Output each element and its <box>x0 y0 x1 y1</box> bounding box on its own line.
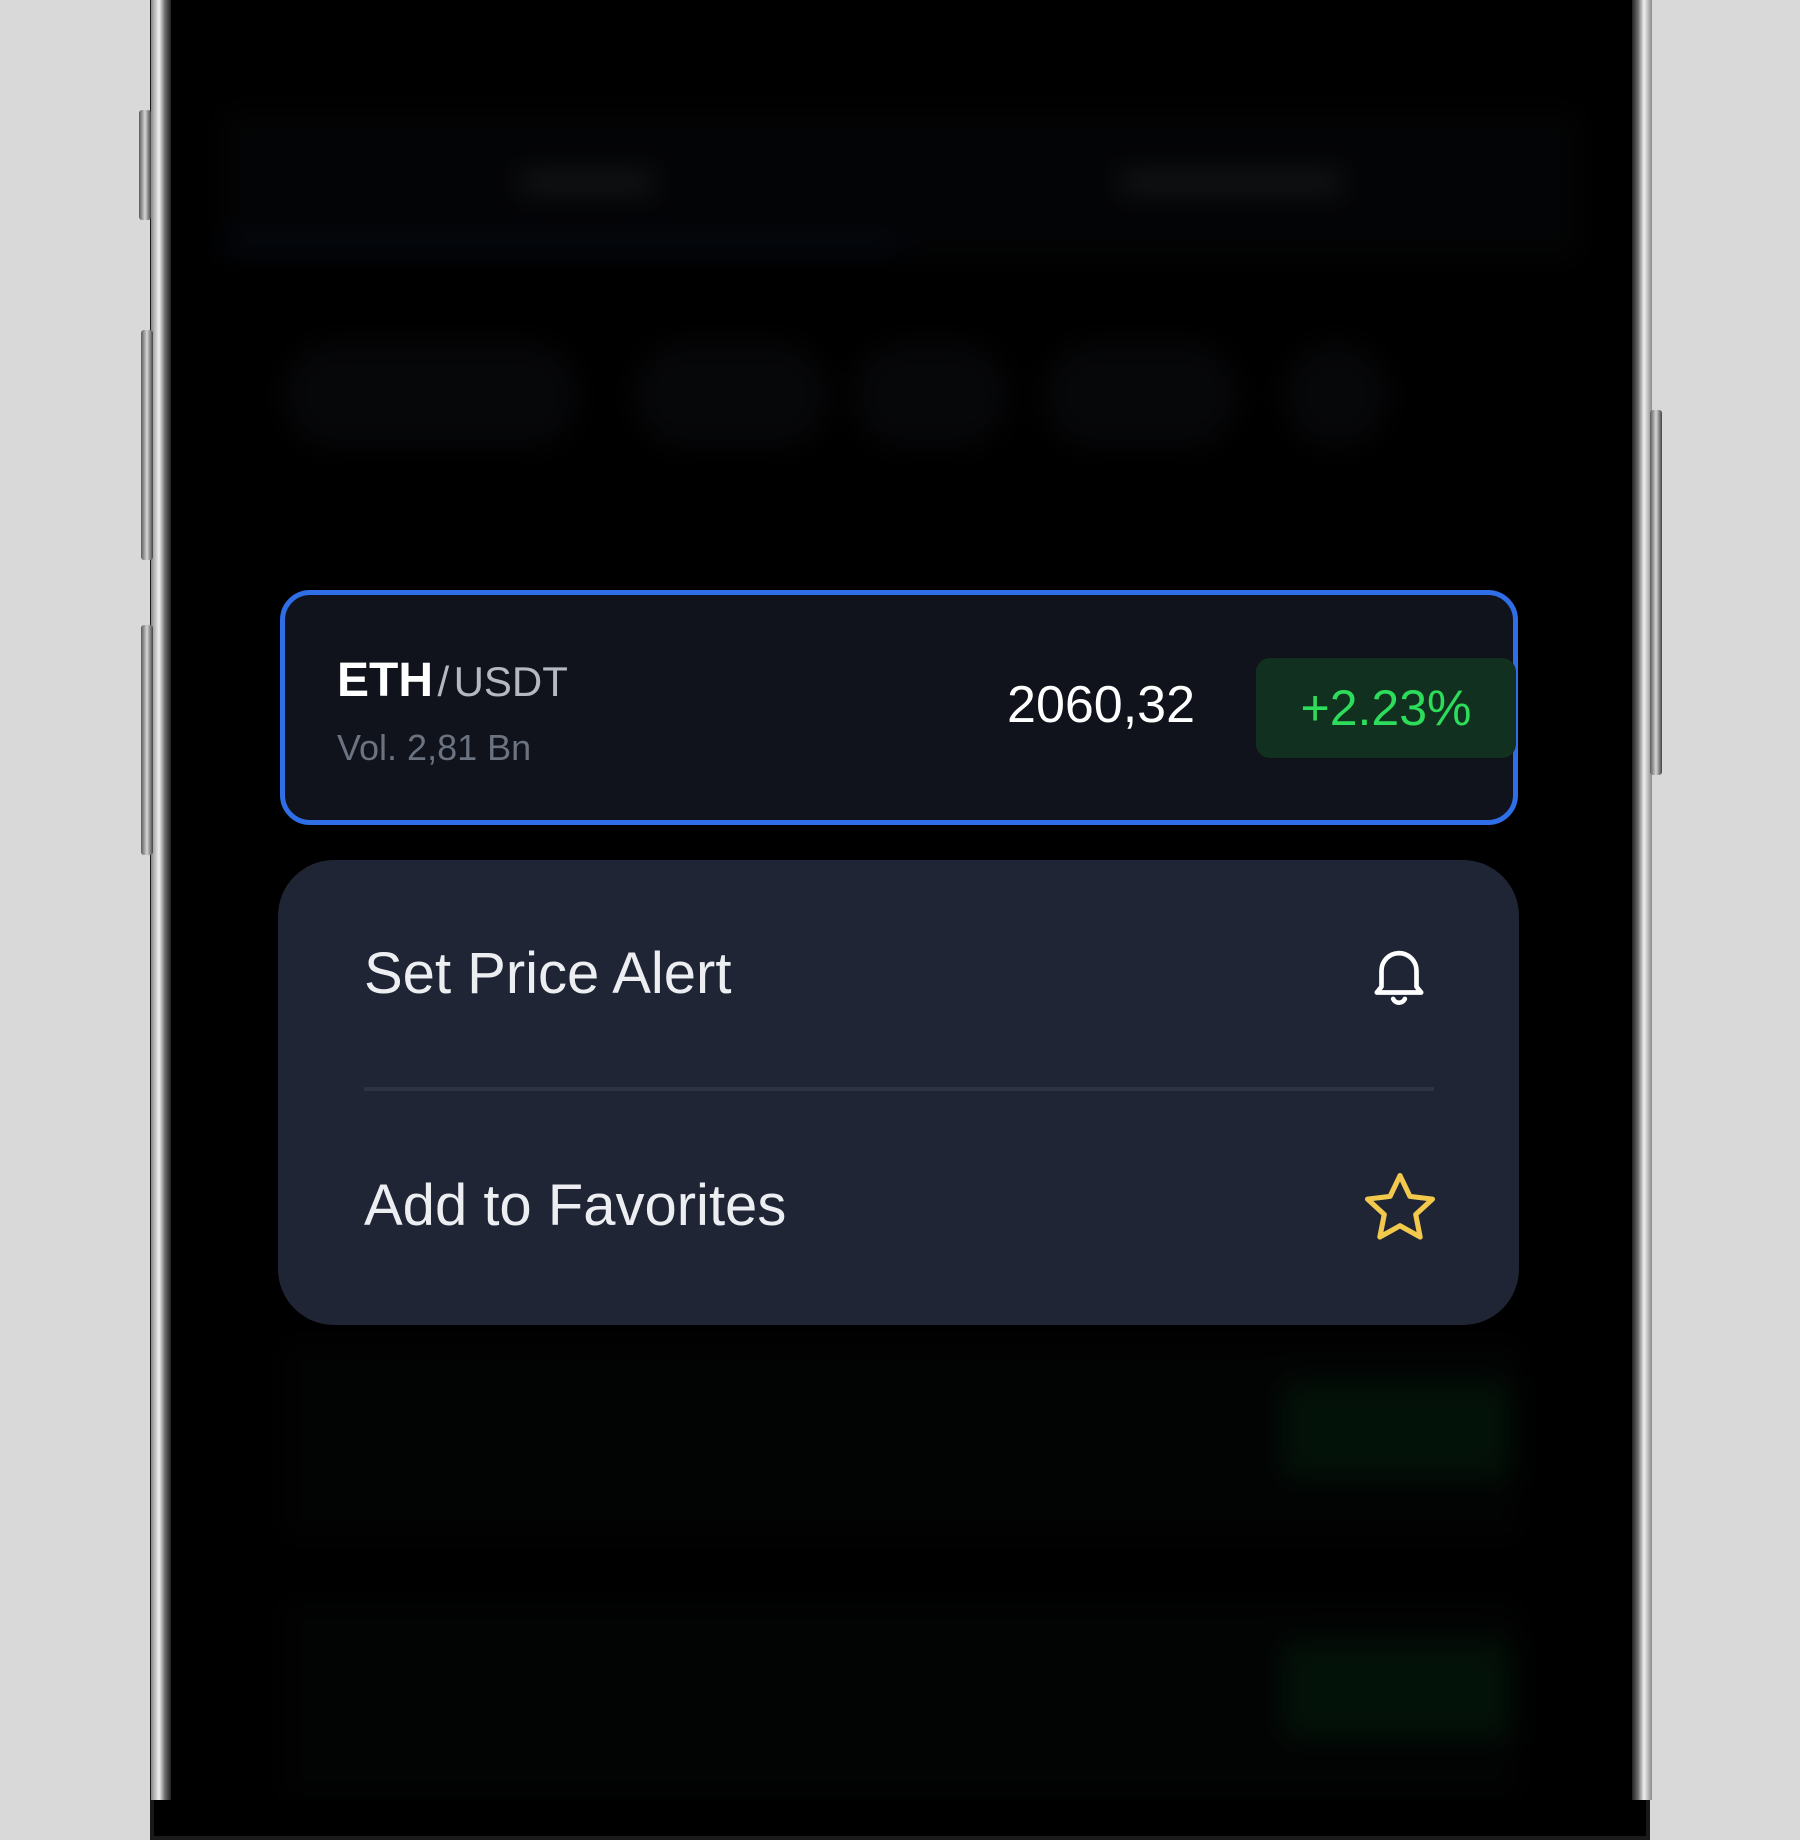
pair-symbol: ETH / USDT <box>337 653 568 708</box>
phone-rail-right <box>1632 0 1652 1800</box>
action-button <box>139 110 151 220</box>
change-badge <box>1281 1640 1511 1740</box>
eth-usdt-row[interactable]: ETH / USDT Vol. 2,81 Bn 2060,32 +2.23% <box>280 590 1518 825</box>
volume-down-button <box>141 625 153 855</box>
power-button <box>1650 410 1662 775</box>
menu-divider <box>364 1087 1434 1091</box>
tab-left: ▬▬▬ <box>521 150 653 199</box>
list-item <box>281 1340 1521 1540</box>
change-badge: +2.23% <box>1256 658 1516 758</box>
tab-right: ▬▬▬▬▬ <box>1121 150 1341 199</box>
quote-asset: USDT <box>453 658 568 705</box>
volume-label: Vol. 2,81 Bn <box>337 727 532 768</box>
filter-pill <box>851 340 1011 450</box>
star-icon <box>1364 1172 1436 1240</box>
filter-pill <box>1281 340 1391 450</box>
screen: ▬▬▬ ▬▬▬▬▬ ETH / USDT Vol. 2,81 Bn 2060,3… <box>171 0 1632 1800</box>
filter-pill <box>631 340 831 450</box>
menu-item-label: Add to Favorites <box>364 1173 787 1238</box>
phone-rail-left <box>151 0 171 1800</box>
menu-item-set-price-alert[interactable]: Set Price Alert <box>364 860 1444 1090</box>
filter-pill <box>281 340 581 450</box>
pair-separator: / <box>437 658 450 705</box>
filter-pill <box>1041 340 1241 450</box>
base-asset: ETH <box>337 654 433 707</box>
context-menu: Set Price Alert Add to Favorites <box>278 860 1519 1325</box>
menu-item-add-to-favorites[interactable]: Add to Favorites <box>364 1092 1444 1322</box>
volume-up-button <box>141 330 153 560</box>
tab-underline <box>221 240 901 248</box>
market-tabs: ▬▬▬ ▬▬▬▬▬ <box>221 110 1581 260</box>
last-price: 2060,32 <box>1007 676 1195 734</box>
menu-item-label: Set Price Alert <box>364 941 732 1006</box>
bell-icon <box>1374 950 1424 1005</box>
list-item <box>281 1600 1521 1800</box>
change-badge <box>1281 1380 1511 1480</box>
